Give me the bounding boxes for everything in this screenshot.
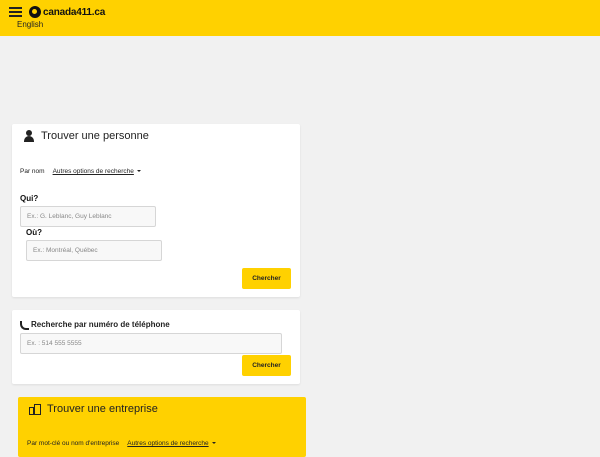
phone-icon <box>20 320 29 330</box>
building-icon <box>29 403 41 415</box>
language-link[interactable]: English <box>17 20 43 29</box>
business-more-options-link[interactable]: Autres options de recherche <box>127 440 216 447</box>
search-by-keyword-label: Par mot-clé ou nom d'entreprise <box>27 440 120 447</box>
top-bar: canada411.ca English <box>0 0 600 36</box>
who-label: Qui? <box>20 194 39 203</box>
logo-text: canada411.ca <box>43 6 106 18</box>
who-input[interactable] <box>20 206 156 227</box>
phone-search-button[interactable]: Chercher <box>242 355 291 376</box>
find-person-card: Trouver une personne Par nom Autres opti… <box>12 124 300 297</box>
phone-search-card: Recherche par numéro de téléphone Cherch… <box>12 310 300 384</box>
site-logo[interactable]: canada411.ca <box>29 6 105 18</box>
caret-down-icon <box>136 170 141 173</box>
canada411-logo-icon <box>29 6 41 18</box>
person-icon <box>23 130 35 142</box>
ad-space <box>0 36 600 116</box>
find-business-title: Trouver une entreprise <box>29 403 158 415</box>
menu-icon[interactable] <box>9 7 22 17</box>
phone-input[interactable] <box>20 333 282 354</box>
person-more-options-text: Autres options de recherche <box>52 168 134 175</box>
where-label: Où? <box>26 228 42 237</box>
business-search-options: Par mot-clé ou nom d'entreprise Autres o… <box>27 440 216 447</box>
phone-search-title-text: Recherche par numéro de téléphone <box>31 320 170 329</box>
phone-search-title: Recherche par numéro de téléphone <box>20 320 170 330</box>
find-business-title-text: Trouver une entreprise <box>47 403 158 415</box>
find-business-card: Trouver une entreprise Par mot-clé ou no… <box>18 397 306 457</box>
person-search-options: Par nom Autres options de recherche <box>20 168 141 175</box>
caret-down-icon <box>211 442 216 445</box>
find-person-title: Trouver une personne <box>23 130 149 142</box>
where-input[interactable] <box>26 240 162 261</box>
person-more-options-link[interactable]: Autres options de recherche <box>53 168 141 175</box>
find-person-title-text: Trouver une personne <box>41 130 149 142</box>
search-by-name-label: Par nom <box>20 168 45 175</box>
business-more-options-text: Autres options de recherche <box>127 440 209 447</box>
person-search-button[interactable]: Chercher <box>242 268 291 289</box>
